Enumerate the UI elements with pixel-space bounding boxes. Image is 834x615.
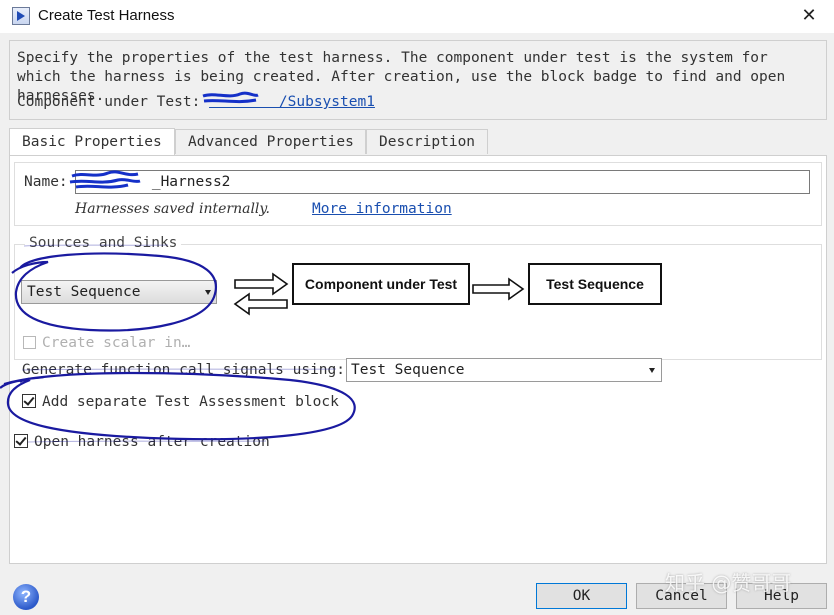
source-dropdown-value: Test Sequence — [27, 284, 141, 300]
title-bar: Create Test Harness ✕ — [0, 0, 834, 33]
source-dropdown[interactable]: Test Sequence — [21, 280, 217, 304]
help-question-icon[interactable]: ? — [13, 584, 39, 610]
create-scalar-label: Create scalar in… — [42, 335, 191, 351]
help-button[interactable]: Help — [736, 583, 827, 609]
cancel-button[interactable]: Cancel — [636, 583, 727, 609]
saved-internally-note: Harnesses saved internally. — [75, 201, 270, 217]
component-under-test-block: Component under Test — [292, 263, 470, 305]
sources-and-sinks-group: Sources and Sinks Test Sequence Componen… — [14, 235, 822, 360]
add-assessment-checkbox[interactable] — [22, 394, 36, 408]
window-title: Create Test Harness — [38, 7, 175, 24]
component-under-test-label: Component under Test: — [17, 94, 201, 110]
function-call-label: Generate function call signals using: — [22, 362, 346, 378]
close-button[interactable]: ✕ — [798, 5, 820, 27]
harness-name-input[interactable] — [75, 170, 810, 194]
component-under-test-row: Component under Test: /Subsystem1 — [17, 94, 375, 110]
info-box: Specify the properties of the test harne… — [9, 40, 827, 120]
harness-diagram: Component under Test Test Sequence — [227, 259, 667, 319]
open-after-row[interactable]: Open harness after creation — [14, 434, 270, 450]
test-sequence-block: Test Sequence — [528, 263, 662, 305]
chevron-down-icon — [649, 368, 655, 373]
sources-and-sinks-title: Sources and Sinks — [25, 235, 182, 251]
tab-basic-properties[interactable]: Basic Properties — [9, 128, 175, 155]
close-icon: ✕ — [801, 5, 817, 26]
create-scalar-checkbox[interactable] — [23, 336, 36, 349]
component-under-test-link[interactable]: /Subsystem1 — [209, 94, 375, 110]
add-assessment-row[interactable]: Add separate Test Assessment block — [22, 394, 339, 410]
create-scalar-row: Create scalar in… — [23, 335, 190, 351]
add-assessment-label: Add separate Test Assessment block — [42, 394, 339, 410]
more-information-link[interactable]: More information — [312, 201, 452, 217]
function-call-dropdown-value: Test Sequence — [351, 362, 465, 378]
name-group: Name: Harnesses saved internally. More i… — [14, 162, 822, 226]
chevron-down-icon — [205, 290, 211, 295]
open-after-label: Open harness after creation — [34, 434, 270, 450]
tab-description[interactable]: Description — [366, 129, 488, 154]
function-call-dropdown[interactable]: Test Sequence — [346, 358, 662, 382]
tab-advanced-properties[interactable]: Advanced Properties — [175, 129, 366, 154]
simulink-app-icon — [12, 7, 30, 25]
open-after-checkbox[interactable] — [14, 434, 28, 448]
basic-properties-panel: Name: Harnesses saved internally. More i… — [9, 155, 827, 564]
name-label: Name: — [24, 174, 68, 190]
ok-button[interactable]: OK — [536, 583, 627, 609]
